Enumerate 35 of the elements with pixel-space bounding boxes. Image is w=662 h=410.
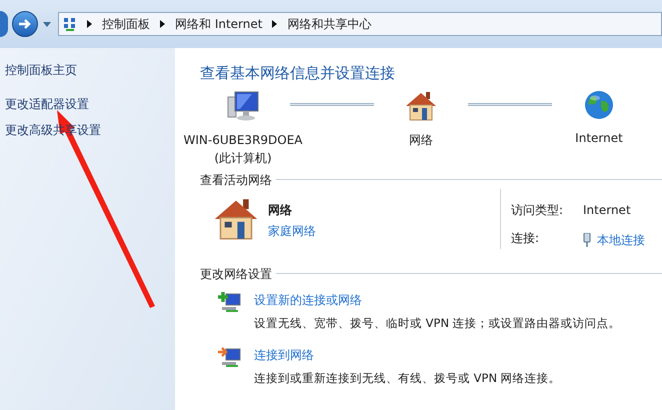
section-heading: 更改网络设置 [200, 266, 272, 282]
node-label: 网络 [409, 132, 433, 148]
breadcrumb-item[interactable]: 网络和共享中心 [287, 15, 372, 33]
network-type-link[interactable]: 家庭网络 [268, 222, 316, 240]
breadcrumb-item[interactable]: 网络和 Internet [175, 15, 262, 33]
task-description: 设置无线、宽带、拨号、临时或 VPN 连接；或设置路由器或访问点。 [254, 314, 621, 332]
access-type-value: Internet [583, 202, 632, 218]
globe-icon [583, 88, 615, 120]
task-link[interactable]: 连接到网络 [254, 346, 561, 364]
sidebar-link[interactable]: 控制面板主页 [5, 61, 175, 79]
access-type-label: 访问类型: [511, 202, 564, 218]
task-description: 连接到或重新连接到无线、有线、拨号或 VPN 网络连接。 [254, 370, 561, 387]
connection-label: 连接: [511, 230, 540, 246]
forward-arrow-icon [18, 18, 32, 30]
sidebar-link[interactable]: 更改适配器设置 [5, 95, 175, 113]
network-adapter-icon [583, 232, 591, 246]
address-bar[interactable]: 控制面板 网络和 Internet 网络和共享中心 [58, 12, 662, 36]
back-button[interactable] [0, 11, 8, 37]
computer-icon [226, 88, 260, 122]
task-link[interactable]: 设置新的连接或网络 [254, 290, 621, 308]
node-label: Internet [575, 130, 623, 146]
chevron-icon [160, 20, 165, 28]
network-name: 网络 [268, 202, 293, 218]
history-dropdown-button[interactable] [42, 19, 52, 29]
forward-button[interactable] [12, 11, 38, 37]
connection-link[interactable]: 本地连接 [597, 230, 645, 248]
chevron-icon [87, 20, 92, 28]
node-label: WIN-6UBE3R9DOEA [183, 132, 303, 148]
control-panel-icon [63, 17, 77, 31]
chevron-icon [272, 20, 278, 28]
node-sublabel: (此计算机) [214, 150, 272, 166]
breadcrumb-item[interactable]: 控制面板 [102, 15, 150, 33]
section-heading: 查看活动网络 [200, 172, 272, 188]
caret-icon [43, 22, 51, 26]
page-title: 查看基本网络信息并设置连接 [200, 63, 396, 84]
